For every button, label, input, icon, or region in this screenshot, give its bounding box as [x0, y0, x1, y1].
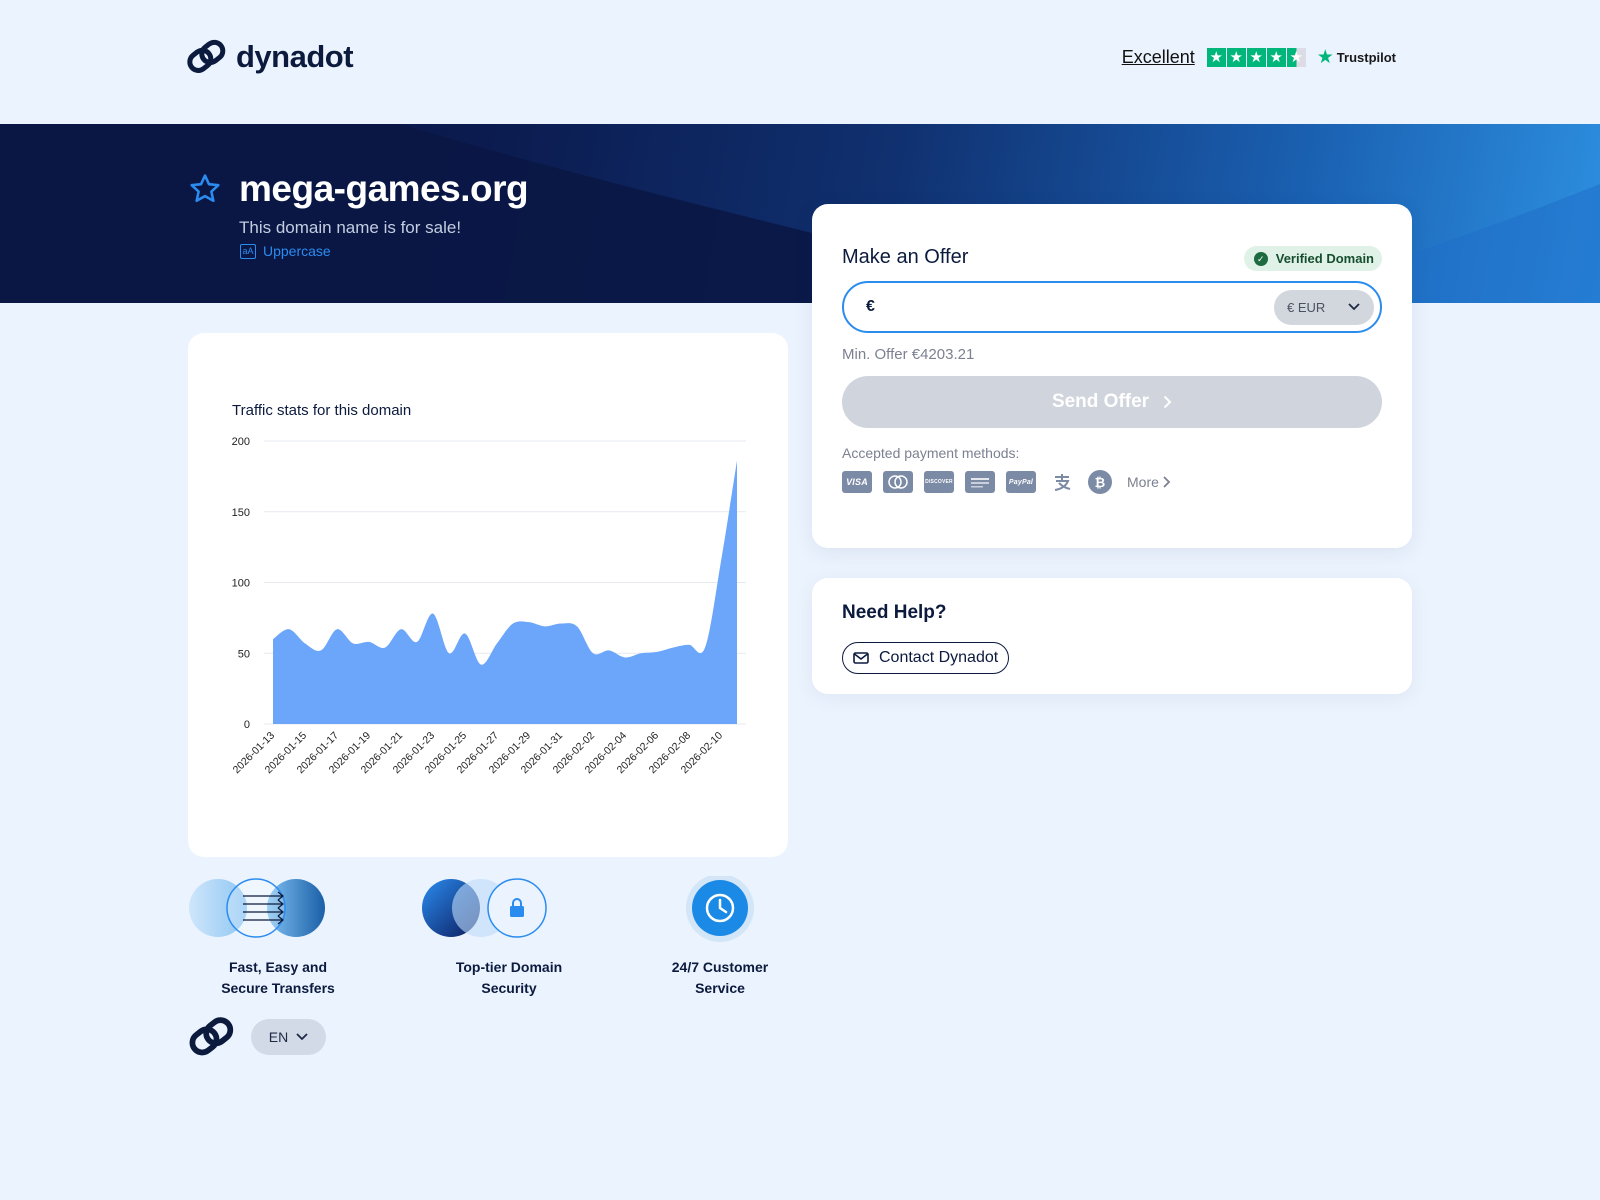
- send-offer-label: Send Offer: [1051, 391, 1150, 412]
- check-circle-icon: ✓: [1253, 251, 1268, 266]
- trustpilot-logo-text: Trustpilot: [1336, 50, 1396, 65]
- star-icon: ★: [1266, 48, 1286, 67]
- payment-methods-label: Accepted payment methods:: [842, 445, 1020, 461]
- min-offer-text: Min. Offer €4203.21: [842, 346, 975, 363]
- site-header: dynadot Excellent ★ ★ ★ ★ ★ ★ Trustpilot: [0, 0, 1600, 124]
- transfer-icon: [189, 878, 325, 938]
- more-label: More: [1127, 474, 1159, 490]
- language-selector[interactable]: EN: [251, 1019, 326, 1055]
- clock-icon: [686, 874, 754, 942]
- trustpilot-star-icon: ★: [1316, 47, 1334, 68]
- favorite-star-icon[interactable]: [188, 172, 222, 206]
- trustpilot-stars: ★ ★ ★ ★ ★: [1206, 48, 1307, 67]
- y-tick-label: 100: [232, 578, 250, 590]
- text-case-icon: aA: [240, 243, 256, 259]
- chain-link-icon: [187, 39, 226, 73]
- offer-title: Make an Offer: [842, 246, 969, 268]
- traffic-chart: 0501001502002026-01-132026-01-152026-01-…: [231, 436, 746, 776]
- need-help-card: Need Help? Contact Dynadot: [812, 578, 1412, 694]
- chevron-down-icon: [296, 1033, 308, 1041]
- more-payment-methods-link[interactable]: More: [1127, 474, 1172, 490]
- dynadot-logo[interactable]: dynadot: [186, 38, 354, 76]
- star-icon: ★: [1226, 48, 1246, 67]
- paypal-icon: PayPal: [1006, 471, 1036, 493]
- domain-name: mega-games.org: [239, 168, 529, 209]
- mastercard-icon: [883, 471, 913, 493]
- mail-icon: [853, 652, 869, 664]
- send-offer-button[interactable]: Send Offer: [842, 376, 1382, 428]
- currency-selected: € EUR: [1287, 300, 1326, 315]
- currency-symbol: €: [866, 298, 875, 315]
- contact-label: Contact Dynadot: [879, 649, 999, 666]
- for-sale-subtitle: This domain name is for sale!: [239, 218, 462, 237]
- feature-support-label: 24/7 Customer Service: [671, 959, 769, 996]
- y-tick-label: 150: [232, 507, 250, 519]
- y-tick-label: 50: [238, 648, 250, 660]
- star-icon: ★: [1206, 48, 1226, 67]
- language-label: EN: [268, 1029, 289, 1045]
- offer-amount-input[interactable]: [890, 293, 1250, 323]
- make-offer-card: Make an Offer ✓ Verified Domain € € EUR …: [812, 204, 1412, 548]
- uppercase-toggle[interactable]: aA Uppercase: [240, 243, 331, 259]
- verified-label: Verified Domain: [1275, 251, 1374, 266]
- offer-amount-wrapper: € € EUR: [842, 281, 1382, 333]
- chevron-right-icon: [1163, 395, 1172, 409]
- currency-select[interactable]: € EUR: [1274, 290, 1374, 325]
- trustpilot-rating[interactable]: Excellent ★ ★ ★ ★ ★ ★ Trustpilot: [1122, 46, 1396, 69]
- chevron-right-icon: [1163, 476, 1171, 488]
- feature-support: 24/7 Customer Service: [630, 874, 810, 996]
- y-tick-label: 200: [232, 436, 250, 448]
- discover-icon: DISCOVER: [924, 471, 954, 493]
- uppercase-label: Uppercase: [263, 243, 331, 259]
- lock-icon: [422, 878, 547, 938]
- contact-dynadot-button[interactable]: Contact Dynadot: [842, 642, 1010, 674]
- feature-transfers-label: Fast, Easy and Secure Transfers: [221, 959, 335, 996]
- verified-domain-badge: ✓ Verified Domain: [1243, 246, 1382, 271]
- amex-icon: [965, 471, 995, 493]
- feature-transfers: Fast, Easy and Secure Transfers: [188, 876, 368, 996]
- half-star-icon: ★: [1286, 48, 1306, 67]
- trustpilot-logo: ★ Trustpilot: [1317, 46, 1396, 69]
- help-title: Need Help?: [842, 602, 947, 623]
- feature-security: Top-tier Domain Security: [419, 876, 599, 996]
- features-row: Fast, Easy and Secure Transfers Top-tier…: [188, 874, 788, 1006]
- visa-icon: VISA: [842, 471, 872, 493]
- star-icon: ★: [1246, 48, 1266, 67]
- feature-security-label: Top-tier Domain Security: [455, 959, 563, 996]
- chevron-down-icon: [1348, 303, 1360, 311]
- bitcoin-icon: ₿: [1088, 470, 1112, 494]
- alipay-icon: [1047, 471, 1077, 493]
- y-tick-label: 0: [244, 719, 250, 731]
- traffic-area-series: [273, 460, 737, 724]
- trustpilot-rating-text[interactable]: Excellent: [1122, 47, 1195, 68]
- footer-chain-link-icon[interactable]: [188, 1014, 234, 1060]
- brand-name: dynadot: [236, 39, 354, 74]
- payment-methods-row: VISA DISCOVER PayPal ₿ More: [842, 470, 1172, 494]
- traffic-stats-card: Traffic stats for this domain 0 50 100 150 2…: [188, 333, 788, 857]
